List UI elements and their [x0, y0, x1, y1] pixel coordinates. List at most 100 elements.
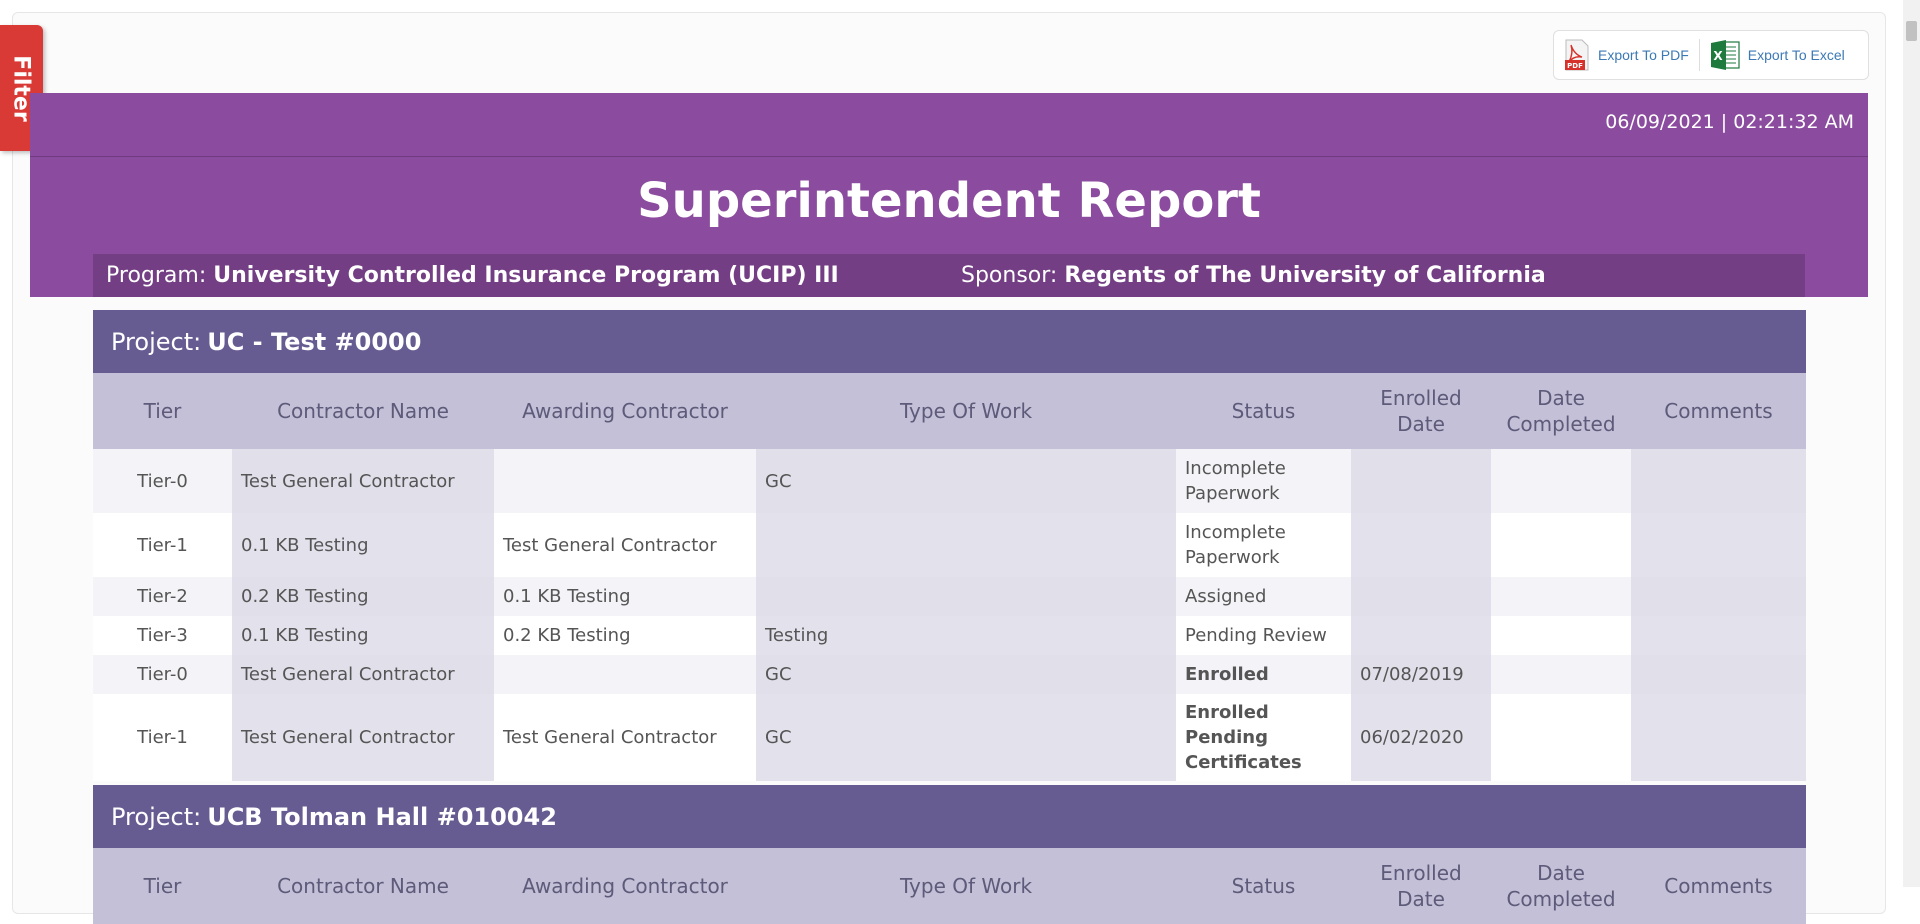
cell-tier: Tier-1	[93, 513, 232, 577]
cell-awarding-contractor	[494, 449, 756, 513]
export-excel-button[interactable]: X Export To Excel	[1700, 31, 1855, 79]
program-value: University Controlled Insurance Program …	[213, 263, 839, 288]
excel-icon-text: X	[1713, 49, 1723, 63]
export-toolbar: PDF Export To PDF X Export To Excel	[1553, 30, 1869, 80]
column-header-awarding-contractor[interactable]: Awarding Contractor	[494, 373, 756, 449]
program-label: Program:	[106, 263, 207, 288]
cell-comments	[1631, 694, 1806, 781]
column-header-comments[interactable]: Comments	[1631, 848, 1806, 924]
cell-comments	[1631, 513, 1806, 577]
cell-enrolled-date: 07/08/2019	[1351, 655, 1491, 694]
pdf-icon-text: PDF	[1567, 62, 1583, 70]
table-row[interactable]: Tier-3 0.1 KB Testing 0.2 KB Testing Tes…	[93, 616, 1806, 655]
cell-status: Enrolled	[1176, 655, 1351, 694]
cell-status: Assigned	[1176, 577, 1351, 616]
table-row[interactable]: Tier-0 Test General Contractor GC Incomp…	[93, 449, 1806, 513]
sponsor-value: Regents of The University of California	[1064, 263, 1546, 288]
column-header-enrolled-date[interactable]: Enrolled Date	[1351, 373, 1491, 449]
cell-date-completed	[1491, 616, 1631, 655]
cell-contractor-name: 0.1 KB Testing	[232, 513, 494, 577]
cell-status: Pending Review	[1176, 616, 1351, 655]
vertical-scrollbar[interactable]	[1903, 0, 1920, 887]
column-header-type-of-work[interactable]: Type Of Work	[756, 373, 1176, 449]
column-header-tier[interactable]: Tier	[93, 848, 232, 924]
cell-comments	[1631, 616, 1806, 655]
cell-date-completed	[1491, 449, 1631, 513]
project-label: Project:	[111, 802, 202, 831]
cell-type-of-work: GC	[756, 694, 1176, 781]
column-header-awarding-contractor[interactable]: Awarding Contractor	[494, 848, 756, 924]
column-header-date-completed[interactable]: Date Completed	[1491, 848, 1631, 924]
cell-status: Incomplete Paperwork	[1176, 449, 1351, 513]
column-header-contractor-name[interactable]: Contractor Name	[232, 848, 494, 924]
cell-date-completed	[1491, 577, 1631, 616]
column-header-date-completed[interactable]: Date Completed	[1491, 373, 1631, 449]
column-header-contractor-name[interactable]: Contractor Name	[232, 373, 494, 449]
column-header-type-of-work[interactable]: Type Of Work	[756, 848, 1176, 924]
excel-file-icon: X	[1710, 39, 1740, 71]
project-section: Project: UCB Tolman Hall #010042 Tier Co…	[93, 785, 1806, 924]
cell-type-of-work	[756, 513, 1176, 577]
cell-date-completed	[1491, 655, 1631, 694]
cell-contractor-name: Test General Contractor	[232, 694, 494, 781]
export-pdf-button[interactable]: PDF Export To PDF	[1554, 31, 1699, 79]
cell-enrolled-date	[1351, 449, 1491, 513]
cell-comments	[1631, 655, 1806, 694]
cell-tier: Tier-3	[93, 616, 232, 655]
project-section: Project: UC - Test #0000 Tier Contractor…	[93, 310, 1806, 781]
cell-contractor-name: 0.2 KB Testing	[232, 577, 494, 616]
cell-contractor-name: 0.1 KB Testing	[232, 616, 494, 655]
cell-awarding-contractor: Test General Contractor	[494, 694, 756, 781]
cell-comments	[1631, 577, 1806, 616]
table-header-row: Tier Contractor Name Awarding Contractor…	[93, 848, 1806, 924]
table-row[interactable]: Tier-0 Test General Contractor GC Enroll…	[93, 655, 1806, 694]
project-title-bar: Project: UC - Test #0000	[93, 310, 1806, 373]
table-header-row: Tier Contractor Name Awarding Contractor…	[93, 373, 1806, 449]
cell-tier: Tier-2	[93, 577, 232, 616]
contractor-table: Tier Contractor Name Awarding Contractor…	[93, 373, 1806, 781]
project-label: Project:	[111, 327, 202, 356]
scrollbar-thumb[interactable]	[1906, 21, 1917, 41]
project-title-bar: Project: UCB Tolman Hall #010042	[93, 785, 1806, 848]
cell-contractor-name: Test General Contractor	[232, 655, 494, 694]
cell-type-of-work: Testing	[756, 616, 1176, 655]
cell-comments	[1631, 449, 1806, 513]
cell-tier: Tier-0	[93, 449, 232, 513]
cell-type-of-work: GC	[756, 449, 1176, 513]
cell-date-completed	[1491, 513, 1631, 577]
cell-tier: Tier-0	[93, 655, 232, 694]
column-header-status[interactable]: Status	[1176, 373, 1351, 449]
table-row[interactable]: Tier-2 0.2 KB Testing 0.1 KB Testing Ass…	[93, 577, 1806, 616]
program-info: Program: University Controlled Insurance…	[106, 263, 839, 288]
cell-enrolled-date	[1351, 577, 1491, 616]
report-title: Superintendent Report	[637, 173, 1261, 229]
cell-awarding-contractor: 0.2 KB Testing	[494, 616, 756, 655]
table-row[interactable]: Tier-1 Test General Contractor Test Gene…	[93, 694, 1806, 781]
column-header-enrolled-date[interactable]: Enrolled Date	[1351, 848, 1491, 924]
cell-type-of-work	[756, 577, 1176, 616]
cell-status: Enrolled Pending Certificates	[1176, 694, 1351, 781]
cell-status: Incomplete Paperwork	[1176, 513, 1351, 577]
cell-awarding-contractor	[494, 655, 756, 694]
column-header-tier[interactable]: Tier	[93, 373, 232, 449]
cell-enrolled-date	[1351, 513, 1491, 577]
project-name: UC - Test #0000	[207, 327, 422, 356]
cell-enrolled-date	[1351, 616, 1491, 655]
contractor-table: Tier Contractor Name Awarding Contractor…	[93, 848, 1806, 924]
cell-type-of-work: GC	[756, 655, 1176, 694]
header-divider	[30, 156, 1868, 157]
cell-date-completed	[1491, 694, 1631, 781]
cell-awarding-contractor: 0.1 KB Testing	[494, 577, 756, 616]
cell-contractor-name: Test General Contractor	[232, 449, 494, 513]
export-pdf-label: Export To PDF	[1598, 47, 1689, 63]
table-row[interactable]: Tier-1 0.1 KB Testing Test General Contr…	[93, 513, 1806, 577]
cell-tier: Tier-1	[93, 694, 232, 781]
column-header-comments[interactable]: Comments	[1631, 373, 1806, 449]
project-name: UCB Tolman Hall #010042	[207, 802, 557, 831]
report-datetime: 06/09/2021 | 02:21:32 AM	[1605, 111, 1854, 133]
cell-awarding-contractor: Test General Contractor	[494, 513, 756, 577]
sponsor-label: Sponsor:	[961, 263, 1058, 288]
column-header-status[interactable]: Status	[1176, 848, 1351, 924]
sponsor-info: Sponsor: Regents of The University of Ca…	[961, 263, 1546, 288]
pdf-file-icon: PDF	[1564, 39, 1590, 71]
